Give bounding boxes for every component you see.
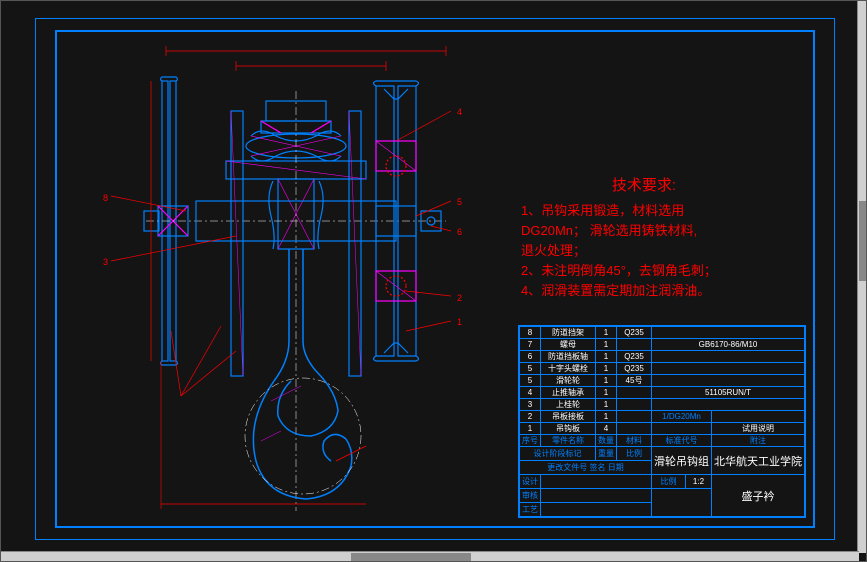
leader-3: 3 [103,257,108,267]
table-row: 6防道挡板轴1Q235 [520,351,805,363]
leader-1: 1 [457,317,462,327]
drawing-canvas[interactable]: 8 3 4 5 6 2 1 技术要求: 1、吊钩采用锻造，材料选用 DG20Mn… [1,1,859,553]
tech-req-line3: 退火处理； [521,241,717,261]
scrollbar-thumb-horizontal[interactable] [351,553,471,561]
table-row: 8防道挡架1Q235 [520,327,805,339]
leader-8: 8 [103,193,108,203]
tech-req-line2: DG20Mn； 滑轮选用铸铁材料, [521,221,717,241]
title-block-main: 设计阶段标记 重量 比例 滑轮吊钩组 北华航天工业学院 更改文件号 签名 日期 … [520,447,805,517]
table-row: 1吊钩板4试用说明 [520,423,805,435]
leader-2: 2 [457,293,462,303]
table-row: 2吊板接板11/DG20Mn [520,411,805,423]
leader-4: 4 [457,107,462,117]
scrollbar-thumb-vertical[interactable] [859,201,866,281]
tech-req-line5: 4、润滑装置需定期加注润滑油。 [521,281,717,301]
table-row: 5十字头螺栓1Q235 [520,363,805,375]
parts-list: 8防道挡架1Q235 7螺母1GB6170-86/M10 6防道挡板轴1Q235… [520,327,805,447]
institution: 北华航天工业学院 [712,447,805,475]
leader-5: 5 [457,197,462,207]
table-header-row: 序号 零件名称 数量 材料 标准代号 附注 [520,435,805,447]
tech-req-line4: 2、未注明倒角45°，去钢角毛刺； [521,261,717,281]
table-row: 7螺母1GB6170-86/M10 [520,339,805,351]
title-block: 8防道挡架1Q235 7螺母1GB6170-86/M10 6防道挡板轴1Q235… [518,325,806,518]
horizontal-scrollbar[interactable] [1,551,859,561]
tech-req-line1: 1、吊钩采用锻造，材料选用 [521,201,717,221]
table-row: 4止推轴承151105RUN/T [520,387,805,399]
mechanical-drawing [106,41,476,511]
table-row: 3上桂轮1 [520,399,805,411]
tech-req-title: 技术要求: [521,176,717,196]
technical-requirements: 技术要求: 1、吊钩采用锻造，材料选用 DG20Mn； 滑轮选用铸铁材料, 退火… [521,176,717,301]
table-row: 5滑轮轮145号 [520,375,805,387]
author-name: 盛子衿 [712,475,805,517]
vertical-scrollbar[interactable] [857,1,866,553]
cad-viewer-window: 8 3 4 5 6 2 1 技术要求: 1、吊钩采用锻造，材料选用 DG20Mn… [0,0,867,562]
drawing-name: 滑轮吊钩组 [652,447,712,475]
leader-6: 6 [457,227,462,237]
